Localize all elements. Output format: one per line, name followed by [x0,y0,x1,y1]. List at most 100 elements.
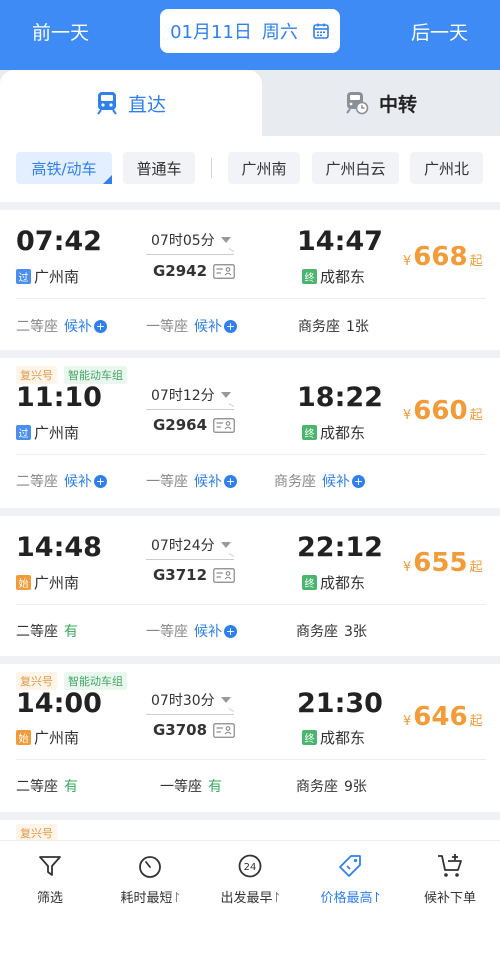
filter-bar: 高铁/动车 普通车 广州南 广州白云 广州北 [0,136,500,202]
price-value: 655 [413,548,468,578]
prev-day-button[interactable]: 前一天 [32,18,89,45]
plus-icon: + [94,319,107,333]
chevron-down-icon [220,237,231,243]
cart-add-icon [438,854,462,877]
train-number[interactable]: G3708 [153,721,235,739]
filter-chip-high-speed[interactable]: 高铁/动车 [16,152,112,184]
duration[interactable]: 07时24分 [151,535,231,555]
sort-shortest-duration-button[interactable]: 耗时最短 [100,853,200,906]
seat-business-class[interactable]: 商务座 9张 [296,776,367,796]
plus-icon: + [352,474,365,488]
tab-direct-label: 直达 [127,93,166,116]
train-card[interactable]: 07:42 07时05分 14:47 过 广州南 G2942 终 成都东 ¥ 6… [0,210,500,350]
departure-station: 始 广州南 [16,727,79,748]
price: ¥ 668 起 [403,242,483,272]
duration[interactable]: 07时05分 [151,230,231,250]
filter-chip-guangzhou-baiyun[interactable]: 广州白云 [312,152,399,184]
seat-second-class[interactable]: 二等座 候补 + [16,316,107,336]
train-number[interactable]: G2942 [153,262,235,280]
filter-chip-guangzhou-south[interactable]: 广州南 [228,152,300,184]
id-card-icon [213,567,235,583]
sort-label-text: 耗时最短 [120,891,173,906]
date-header: 前一天 01月11日 周六 后一天 [0,0,500,72]
date-picker[interactable]: 01月11日 周六 [160,9,340,53]
duration[interactable]: 07时12分 [151,385,231,405]
seat-name: 二等座 [16,319,58,335]
train-card[interactable]: 复兴号 智能动车组 11:10 07时12分 18:22 过 广州南 G2964… [0,358,500,508]
filter-chip-regular[interactable]: 普通车 [123,152,195,184]
stopwatch-icon [139,856,161,878]
station-badge: 始 [16,730,31,745]
sort-label: 耗时最短 [120,887,179,906]
seat-first-class[interactable]: 一等座 候补 + [146,316,237,336]
arrival-station: 终 成都东 [302,727,365,748]
sort-highest-price-button[interactable]: 价格最高 [300,853,400,906]
sort-indicator-icon [275,891,280,902]
duration-text: 07时30分 [151,693,215,709]
tab-transfer[interactable]: 中转 [262,70,500,136]
seat-status-text: 有 [64,624,78,640]
seat-first-class[interactable]: 一等座 有 [160,776,222,796]
train-number-text: G3712 [153,566,208,584]
seat-name: 商务座 [296,624,338,640]
currency-symbol: ¥ [403,408,412,423]
departure-station: 始 广州南 [16,572,79,593]
seat-first-class[interactable]: 一等座 候补 + [146,471,237,491]
id-card-icon [213,417,235,433]
seat-second-class[interactable]: 二等座 有 [16,621,78,641]
bottom-sort-bar: 筛选 耗时最短 24 出发最早 价格最高 候补下单 [0,840,500,965]
weekday-text: 周六 [261,22,298,43]
sort-label-text: 出发最早 [220,891,273,906]
departure-station-name: 广州南 [34,574,80,592]
seat-business-class[interactable]: 商务座 3张 [296,621,367,641]
filter-label-text: 筛选 [36,891,63,906]
seat-status-text: 候补 [64,319,92,335]
price-suffix: 起 [469,560,483,575]
train-card[interactable]: 14:48 07时24分 22:12 始 广州南 G3712 终 成都东 ¥ 6… [0,516,500,656]
seat-second-class[interactable]: 二等座 候补 + [16,471,107,491]
chevron-down-icon [220,697,231,703]
currency-symbol: ¥ [403,254,412,269]
departure-station-name: 广州南 [34,424,80,442]
seat-status: 候补 + [194,316,237,336]
seat-status-text: 候补 [64,474,92,490]
sort-earliest-departure-button[interactable]: 24 出发最早 [200,853,300,906]
sort-indicator-icon [375,891,380,902]
train-card[interactable]: 复兴号 智能动车组 14:00 07时30分 21:30 始 广州南 G3708… [0,664,500,812]
departure-station-name: 广州南 [34,268,80,286]
seat-status: 候补 + [64,316,107,336]
waitlist-order-button[interactable]: 候补下单 [400,853,500,906]
seat-second-class[interactable]: 二等座 有 [16,776,78,796]
tab-direct[interactable]: 直达 [0,70,262,136]
currency-symbol: ¥ [403,714,412,729]
duration[interactable]: 07时30分 [151,690,231,710]
seat-name: 二等座 [16,474,58,490]
seat-status-text: 3张 [344,624,367,640]
seat-first-class[interactable]: 一等座 候补 + [146,621,237,641]
seat-status-text: 候补 [194,474,222,490]
date-text: 01月11日 [170,22,252,43]
filter-chip-guangzhou-north[interactable]: 广州北 [410,152,483,184]
seat-status-text: 候补 [322,474,350,490]
plus-icon: + [224,624,237,638]
filter-button[interactable]: 筛选 [0,853,100,906]
seat-business-class[interactable]: 商务座 1张 [298,316,369,336]
train-number[interactable]: G3712 [153,566,235,584]
station-badge: 过 [16,269,31,284]
id-card-icon [213,722,235,738]
card-divider [16,759,486,760]
seat-status: 候补 + [194,621,237,641]
station-badge: 终 [302,269,317,284]
station-badge: 终 [302,425,317,440]
duration-arrow [146,409,234,410]
waitlist-label-text: 候补下单 [423,891,476,906]
next-day-button[interactable]: 后一天 [411,18,468,45]
chevron-down-icon [220,392,231,398]
duration-text: 07时24分 [151,538,215,554]
train-number[interactable]: G2964 [153,416,235,434]
seat-business-class[interactable]: 商务座 候补 + [274,471,365,491]
arrival-time: 21:30 [297,688,383,719]
sort-indicator-icon [175,891,180,902]
departure-station: 过 广州南 [16,266,79,287]
arrival-station-name: 成都东 [320,574,366,592]
